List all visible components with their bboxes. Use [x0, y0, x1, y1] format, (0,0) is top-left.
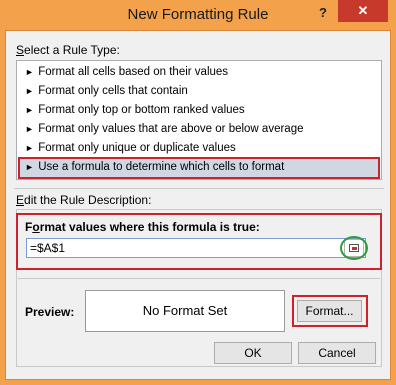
arrow-right-icon: ► [25, 143, 34, 153]
rule-type-item-label: Format only cells that contain [38, 85, 188, 97]
preview-label: Preview: [25, 305, 75, 319]
rule-type-item[interactable]: ► Format only unique or duplicate values [19, 139, 379, 158]
cancel-button[interactable]: Cancel [298, 342, 376, 364]
format-button[interactable]: Format... [297, 300, 362, 322]
rule-type-item[interactable]: ► Format only top or bottom ranked value… [19, 101, 379, 120]
rule-type-item-label: Format all cells based on their values [38, 66, 229, 78]
rule-type-label: Select a Rule Type: [16, 43, 120, 57]
rule-type-item-label: Format only top or bottom ranked values [38, 104, 245, 116]
preview-box: No Format Set [85, 290, 285, 332]
formula-heading: Format values where this formula is true… [25, 220, 260, 234]
new-formatting-rule-dialog: New Formatting Rule ? ✕ Select a Rule Ty… [0, 0, 396, 385]
rule-type-item-label: Format only unique or duplicate values [38, 142, 236, 154]
dialog-title: New Formatting Rule [127, 6, 269, 23]
help-button[interactable]: ? [310, 2, 336, 24]
rule-type-item[interactable]: ► Format all cells based on their values [19, 63, 379, 82]
rule-type-item[interactable]: ► Format only cells that contain [19, 82, 379, 101]
rule-type-item[interactable]: ► Format only values that are above or b… [19, 120, 379, 139]
close-button[interactable]: ✕ [338, 0, 388, 22]
range-selector-button[interactable] [344, 239, 364, 257]
range-select-icon [349, 244, 359, 252]
arrow-right-icon: ► [25, 124, 34, 134]
title-bar: New Formatting Rule ? ✕ [0, 0, 396, 30]
ok-button[interactable]: OK [214, 342, 292, 364]
arrow-right-icon: ► [25, 105, 34, 115]
separator [14, 188, 384, 189]
separator [18, 278, 380, 279]
arrow-right-icon: ► [25, 162, 34, 172]
rule-type-item-label: Use a formula to determine which cells t… [38, 161, 285, 173]
rule-type-item[interactable]: ► Use a formula to determine which cells… [19, 158, 379, 177]
arrow-right-icon: ► [25, 86, 34, 96]
rule-description-label: Edit the Rule Description: [16, 193, 152, 207]
rule-type-item-label: Format only values that are above or bel… [38, 123, 304, 135]
formula-input[interactable]: =$A$1 [26, 238, 366, 258]
rule-type-list[interactable]: ► Format all cells based on their values… [16, 60, 382, 180]
arrow-right-icon: ► [25, 67, 34, 77]
